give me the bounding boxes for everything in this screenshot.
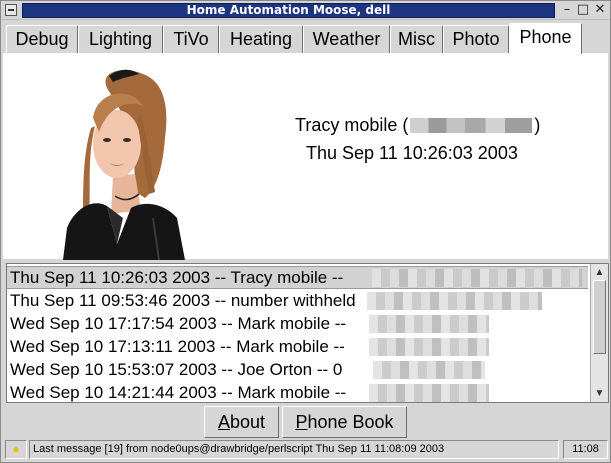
redacted-number [373,361,485,379]
status-message: Last message [19] from node0ups@drawbrid… [29,440,559,459]
redacted-number [369,338,489,356]
about-mnemonic: A [217,412,230,432]
call-time: Thu Sep 11 10:26:03 2003 [306,143,518,163]
log-row-text: Thu Sep 11 09:53:46 2003 -- number withh… [10,291,356,310]
status-clock: 11:08 [563,440,608,459]
about-button[interactable]: About [204,406,279,438]
tab-weather[interactable]: Weather [303,25,390,53]
log-row-text: Wed Sep 10 14:21:44 2003 -- Mark mobile … [10,383,347,402]
maximize-button[interactable]: □ [575,3,591,18]
tab-photo[interactable]: Photo [443,25,509,53]
redacted-number [410,118,533,133]
redacted-number [369,384,489,402]
log-row[interactable]: Wed Sep 10 17:17:54 2003 -- Mark mobile … [7,312,588,335]
scroll-thumb[interactable] [593,280,606,354]
phone-panel: Tracy mobile () Thu Sep 11 10:26:03 2003 [3,53,608,260]
tab-tivo[interactable]: TiVo [163,25,219,53]
log-row-text: Wed Sep 10 17:17:54 2003 -- Mark mobile … [10,314,347,333]
call-log[interactable]: Thu Sep 11 10:26:03 2003 -- Tracy mobile… [6,263,609,403]
vertical-scrollbar[interactable]: ▲ ▼ [590,264,608,402]
log-row-text: Wed Sep 10 17:13:11 2003 -- Mark mobile … [10,337,345,356]
tab-misc[interactable]: Misc [390,25,443,53]
log-row[interactable]: Wed Sep 10 17:13:11 2003 -- Mark mobile … [7,335,588,358]
title-bar-fill: Home Automation Moose, dell [22,3,555,18]
phone-book-label: hone Book [307,412,394,432]
caller-id: Tracy mobile () [295,115,540,136]
tab-phone[interactable]: Phone [509,23,582,54]
log-row[interactable]: Wed Sep 10 14:21:44 2003 -- Mark mobile … [7,381,588,402]
main-window: Home Automation Moose, dell – □ ✕ Debug … [0,0,611,463]
scroll-up-icon[interactable]: ▲ [592,265,607,280]
lightbulb-icon: ● [5,440,27,459]
caller-number-open: ( [402,115,409,135]
minimize-button[interactable]: – [559,3,575,18]
phone-book-mnemonic: P [295,412,308,432]
redacted-number [367,292,542,310]
log-row-text: Thu Sep 11 10:26:03 2003 -- Tracy mobile… [10,268,344,287]
title-bar[interactable]: Home Automation Moose, dell – □ ✕ [1,1,610,20]
log-row-text: Wed Sep 10 15:53:07 2003 -- Joe Orton --… [10,360,343,379]
window-title: Home Automation Moose, dell [186,3,391,17]
log-row[interactable]: Thu Sep 11 10:26:03 2003 -- Tracy mobile… [7,266,588,289]
tab-heating[interactable]: Heating [219,25,303,53]
close-button[interactable]: ✕ [592,3,608,18]
tab-debug[interactable]: Debug [6,25,78,53]
about-label: bout [229,412,266,432]
redacted-number [372,269,582,287]
log-row[interactable]: Thu Sep 11 09:53:46 2003 -- number withh… [7,289,588,312]
log-row[interactable]: Wed Sep 10 15:53:07 2003 -- Joe Orton --… [7,358,588,381]
caller-number-close: ) [534,115,541,135]
scroll-down-icon[interactable]: ▼ [592,386,607,401]
phone-book-button[interactable]: Phone Book [282,406,407,438]
tab-lighting[interactable]: Lighting [78,25,163,53]
caller-name: Tracy mobile [295,115,398,135]
status-bar: ● Last message [19] from node0ups@drawbr… [5,440,608,459]
system-menu-icon[interactable] [5,4,17,16]
caller-photo [63,69,185,260]
redacted-number [369,315,489,333]
